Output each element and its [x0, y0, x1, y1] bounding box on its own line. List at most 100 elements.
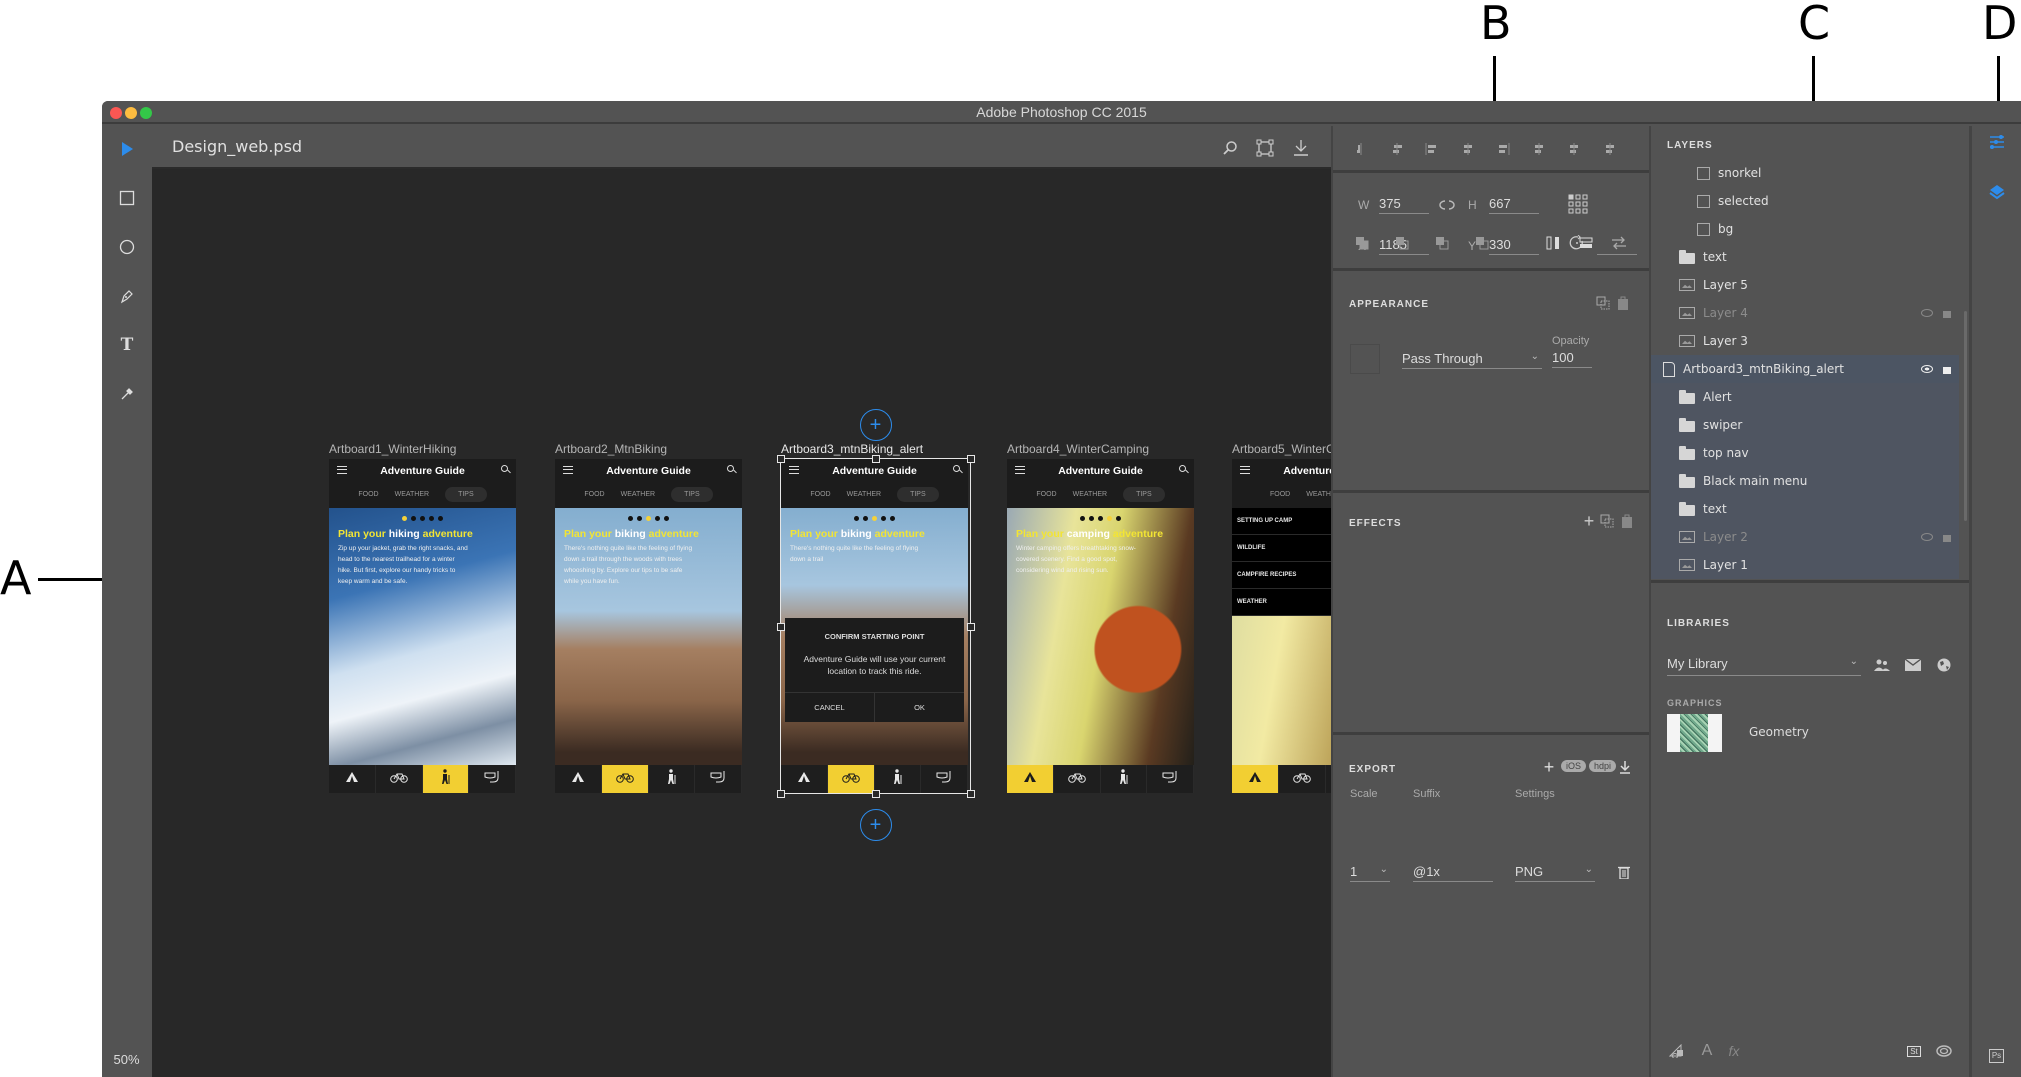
- close-window-button[interactable]: [110, 107, 122, 119]
- resize-handle[interactable]: [872, 790, 880, 798]
- search-icon[interactable]: [501, 465, 508, 472]
- intersect-icon[interactable]: [1433, 234, 1451, 252]
- select-tool[interactable]: [114, 136, 140, 162]
- bottom-nav-item[interactable]: [781, 765, 828, 793]
- width-field[interactable]: 375: [1379, 196, 1429, 214]
- layer-row[interactable]: Layer 2: [1651, 523, 1959, 551]
- character-icon[interactable]: A: [1697, 1041, 1717, 1061]
- carousel-dot[interactable]: [646, 516, 651, 521]
- search-icon[interactable]: [953, 465, 960, 472]
- align-bottom-icon[interactable]: [1602, 141, 1618, 157]
- visibility-off-icon[interactable]: [1921, 309, 1933, 317]
- maximize-window-button[interactable]: [140, 107, 152, 119]
- export-download-icon[interactable]: [1617, 759, 1633, 775]
- carousel-dot[interactable]: [655, 516, 660, 521]
- bottom-nav-item[interactable]: [1101, 765, 1148, 793]
- main-menu-item[interactable]: WILDLIFE: [1232, 535, 1331, 562]
- app-tab[interactable]: FOOD: [1270, 491, 1290, 498]
- height-field[interactable]: 667: [1489, 196, 1539, 214]
- fill-swatch[interactable]: [1350, 344, 1380, 374]
- resize-handle[interactable]: [777, 455, 785, 463]
- align-center-icon[interactable]: [1460, 141, 1476, 157]
- bottom-nav-item[interactable]: [601, 765, 649, 793]
- flip-horizontal-icon[interactable]: [1544, 234, 1562, 252]
- bottom-nav-item[interactable]: [1007, 765, 1054, 793]
- delete-export-icon[interactable]: [1616, 863, 1632, 881]
- app-tab[interactable]: WEATHER: [847, 491, 881, 498]
- properties-panel-button[interactable]: [1986, 131, 2008, 153]
- main-menu-item[interactable]: CAMPFIRE RECIPES: [1232, 562, 1331, 589]
- align-right-icon[interactable]: [1495, 141, 1511, 157]
- layers-panel-button[interactable]: [1986, 181, 2008, 203]
- library-select[interactable]: My Library ⌄: [1667, 656, 1861, 676]
- lock-icon[interactable]: [1943, 535, 1951, 542]
- share-library-icon[interactable]: [1873, 656, 1891, 674]
- layer-row[interactable]: Alert: [1651, 383, 1959, 411]
- carousel-dot[interactable]: [438, 516, 443, 521]
- artboard-button[interactable]: [1253, 136, 1277, 160]
- reference-point-icon[interactable]: [1567, 193, 1589, 215]
- pen-tool[interactable]: [114, 283, 140, 309]
- carousel-dot[interactable]: [411, 516, 416, 521]
- app-tab[interactable]: WEATHER: [1073, 491, 1107, 498]
- resize-handle[interactable]: [967, 622, 975, 631]
- main-menu-item[interactable]: WEATHER: [1232, 589, 1331, 616]
- fx-icon[interactable]: fx: [1724, 1041, 1744, 1061]
- align-center-horizontal-icon[interactable]: [1389, 141, 1405, 157]
- app-tab[interactable]: TIPS: [897, 486, 939, 502]
- format-select[interactable]: PNG ⌄: [1515, 864, 1595, 882]
- suffix-field[interactable]: @1x: [1413, 864, 1493, 882]
- bottom-nav-item[interactable]: [649, 765, 696, 793]
- alert-ok-button[interactable]: OK: [875, 693, 964, 722]
- visibility-off-icon[interactable]: [1921, 533, 1933, 541]
- lock-icon[interactable]: [1943, 311, 1951, 318]
- mail-icon[interactable]: [1904, 656, 1922, 674]
- carousel-dot[interactable]: [872, 516, 877, 521]
- resize-handle[interactable]: [967, 455, 975, 463]
- artboard[interactable]: Adventure Guide FOOD WEATHER TIPS Plan your …: [555, 459, 742, 793]
- main-menu-item[interactable]: SETTING UP CAMP: [1232, 508, 1331, 535]
- hdpi-badge[interactable]: hdpi: [1589, 760, 1617, 772]
- carousel-dot[interactable]: [890, 516, 895, 521]
- layer-row[interactable]: bg: [1651, 215, 1959, 243]
- rectangle-tool[interactable]: [114, 185, 140, 211]
- creative-cloud-icon[interactable]: [1934, 1041, 1954, 1061]
- layer-row[interactable]: text: [1651, 495, 1959, 523]
- flip-vertical-icon[interactable]: [1577, 234, 1595, 252]
- carousel-dot[interactable]: [420, 516, 425, 521]
- resize-handle[interactable]: [777, 790, 785, 798]
- bottom-nav-item[interactable]: [1232, 765, 1279, 793]
- align-left-icon[interactable]: [1424, 141, 1440, 157]
- minimize-window-button[interactable]: [125, 107, 137, 119]
- layer-row[interactable]: Layer 1: [1651, 551, 1959, 579]
- app-tab[interactable]: FOOD: [584, 491, 604, 498]
- search-button[interactable]: [1218, 136, 1242, 160]
- eyedropper-tool[interactable]: [114, 381, 140, 407]
- graphic-item[interactable]: Geometry: [1667, 714, 1917, 754]
- opacity-field[interactable]: 100: [1552, 350, 1592, 368]
- layer-row[interactable]: selected: [1651, 187, 1959, 215]
- bottom-nav-item[interactable]: [875, 765, 922, 793]
- canvas[interactable]: Artboard1_WinterHiking Adventure Guide FOO…: [152, 169, 1331, 1077]
- app-tab[interactable]: FOOD: [358, 491, 378, 498]
- layer-row[interactable]: Layer 5: [1651, 271, 1959, 299]
- export-button[interactable]: [1289, 136, 1313, 160]
- bottom-nav-item[interactable]: [422, 765, 470, 793]
- layer-row[interactable]: Layer 3: [1651, 327, 1959, 355]
- type-tool[interactable]: T: [114, 332, 140, 358]
- bottom-nav-item[interactable]: [1054, 765, 1101, 793]
- bottom-nav-item[interactable]: [329, 765, 376, 793]
- clipboard-icon[interactable]: [1615, 295, 1631, 311]
- bottom-nav-item[interactable]: [555, 765, 602, 793]
- bottom-nav-item[interactable]: [921, 765, 968, 793]
- resize-handle[interactable]: [872, 455, 880, 463]
- app-tab[interactable]: WEATHER: [1306, 491, 1331, 498]
- ellipse-tool[interactable]: [114, 234, 140, 260]
- carousel-dot[interactable]: [1116, 516, 1121, 521]
- search-icon[interactable]: [1179, 465, 1186, 472]
- carousel-dot[interactable]: [1107, 516, 1112, 521]
- artboard-label[interactable]: Artboard2_MtnBiking: [555, 442, 667, 456]
- ps-icon[interactable]: Ps: [1989, 1049, 2004, 1063]
- subtract-icon[interactable]: [1393, 234, 1411, 252]
- blend-mode-select[interactable]: Pass Through ⌄: [1402, 351, 1542, 369]
